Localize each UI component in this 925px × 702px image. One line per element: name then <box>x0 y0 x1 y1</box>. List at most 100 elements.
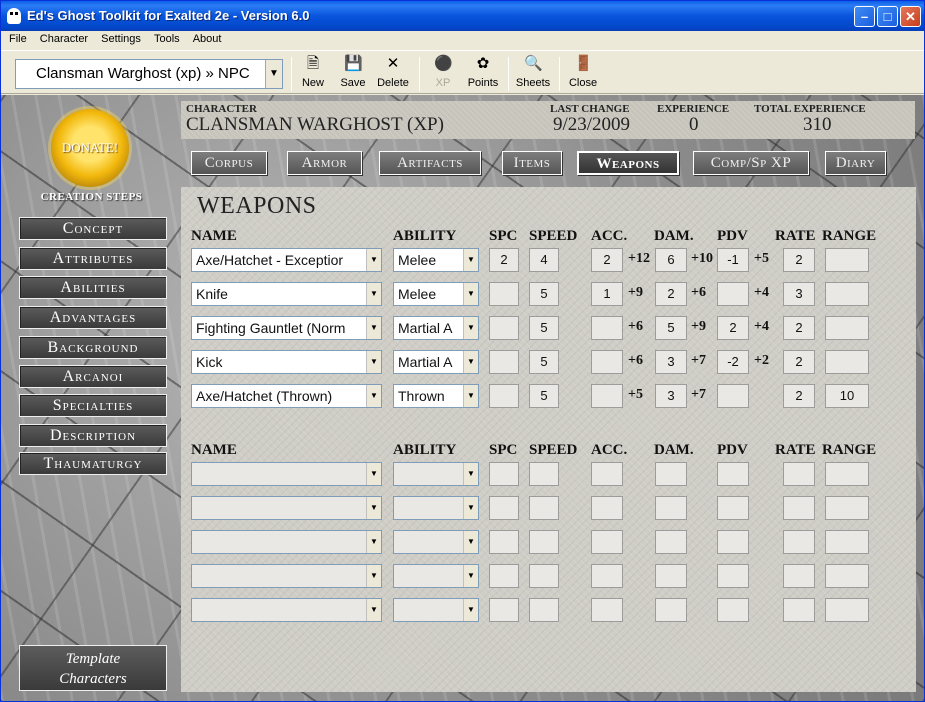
weapon-dam-field[interactable]: 6 <box>655 248 687 272</box>
empty-weapon-speed-field[interactable] <box>529 462 559 486</box>
empty-weapon-dam-field[interactable] <box>655 598 687 622</box>
empty-weapon-speed-field[interactable] <box>529 598 559 622</box>
empty-weapon-acc-field[interactable] <box>591 530 623 554</box>
step-concept[interactable]: Concept <box>19 217 167 240</box>
weapon-speed-field[interactable]: 5 <box>529 316 559 340</box>
empty-weapon-range-field[interactable] <box>825 530 869 554</box>
empty-weapon-range-field[interactable] <box>825 462 869 486</box>
weapon-spc-field[interactable] <box>489 350 519 374</box>
empty-weapon-rate-field[interactable] <box>783 530 815 554</box>
weapon-ability-select[interactable]: Martial A ▼ <box>393 316 479 340</box>
character-select[interactable]: Clansman Warghost (xp) » NPC ▼ <box>15 59 283 89</box>
step-background[interactable]: Background <box>19 336 167 359</box>
chevron-down-icon[interactable]: ▼ <box>463 531 478 553</box>
empty-weapon-speed-field[interactable] <box>529 530 559 554</box>
weapon-acc-field[interactable]: 1 <box>591 282 623 306</box>
weapon-pdv-field[interactable] <box>717 384 749 408</box>
chevron-down-icon[interactable]: ▼ <box>463 249 478 271</box>
empty-weapon-ability-select[interactable]: ▼ <box>393 496 479 520</box>
template-characters-button[interactable]: Template Characters <box>19 645 167 691</box>
tab-items[interactable]: Items <box>502 151 562 175</box>
close-button[interactable]: 🚪 Close <box>567 55 599 93</box>
weapon-name-select[interactable]: Kick ▼ <box>191 350 382 374</box>
step-abilities[interactable]: Abilities <box>19 276 167 299</box>
weapon-acc-field[interactable]: 2 <box>591 248 623 272</box>
empty-weapon-pdv-field[interactable] <box>717 462 749 486</box>
empty-weapon-range-field[interactable] <box>825 564 869 588</box>
weapon-spc-field[interactable] <box>489 316 519 340</box>
empty-weapon-rate-field[interactable] <box>783 462 815 486</box>
chevron-down-icon[interactable]: ▼ <box>366 531 381 553</box>
weapon-spc-field[interactable] <box>489 282 519 306</box>
points-button[interactable]: ✿ Points <box>465 55 501 93</box>
weapon-rate-field[interactable]: 2 <box>783 316 815 340</box>
chevron-down-icon[interactable]: ▼ <box>366 351 381 373</box>
weapon-range-field[interactable] <box>825 248 869 272</box>
new-button[interactable]: 🗎 New <box>299 55 327 93</box>
chevron-down-icon[interactable]: ▼ <box>463 599 478 621</box>
chevron-down-icon[interactable]: ▼ <box>265 60 282 88</box>
step-advantages[interactable]: Advantages <box>19 306 167 329</box>
weapon-ability-select[interactable]: Melee ▼ <box>393 282 479 306</box>
weapon-pdv-field[interactable]: 2 <box>717 316 749 340</box>
weapon-name-select[interactable]: Knife ▼ <box>191 282 382 306</box>
xp-button[interactable]: ⚫ XP <box>429 55 457 93</box>
chevron-down-icon[interactable]: ▼ <box>463 351 478 373</box>
tab-corpus[interactable]: Corpus <box>191 151 267 175</box>
empty-weapon-pdv-field[interactable] <box>717 530 749 554</box>
tab-comp-sp-xp[interactable]: Comp/Sp XP <box>693 151 809 175</box>
empty-weapon-acc-field[interactable] <box>591 598 623 622</box>
weapon-range-field[interactable] <box>825 316 869 340</box>
weapon-ability-select[interactable]: Martial A ▼ <box>393 350 479 374</box>
chevron-down-icon[interactable]: ▼ <box>366 497 381 519</box>
save-button[interactable]: 💾 Save <box>339 55 367 93</box>
tab-diary[interactable]: Diary <box>825 151 886 175</box>
empty-weapon-acc-field[interactable] <box>591 462 623 486</box>
weapon-speed-field[interactable]: 5 <box>529 350 559 374</box>
empty-weapon-acc-field[interactable] <box>591 496 623 520</box>
weapon-name-select[interactable]: Fighting Gauntlet (Norm ▼ <box>191 316 382 340</box>
chevron-down-icon[interactable]: ▼ <box>463 385 478 407</box>
weapon-name-select[interactable]: Axe/Hatchet - Exceptior ▼ <box>191 248 382 272</box>
title-bar[interactable]: Ed's Ghost Toolkit for Exalted 2e - Vers… <box>1 1 924 31</box>
weapon-rate-field[interactable]: 2 <box>783 350 815 374</box>
weapon-acc-field[interactable] <box>591 384 623 408</box>
empty-weapon-pdv-field[interactable] <box>717 598 749 622</box>
empty-weapon-spc-field[interactable] <box>489 496 519 520</box>
empty-weapon-name-select[interactable]: ▼ <box>191 496 382 520</box>
weapon-spc-field[interactable]: 2 <box>489 248 519 272</box>
menu-about[interactable]: About <box>193 31 222 45</box>
empty-weapon-ability-select[interactable]: ▼ <box>393 564 479 588</box>
empty-weapon-range-field[interactable] <box>825 598 869 622</box>
chevron-down-icon[interactable]: ▼ <box>463 565 478 587</box>
menu-file[interactable]: File <box>9 31 27 45</box>
empty-weapon-dam-field[interactable] <box>655 564 687 588</box>
empty-weapon-pdv-field[interactable] <box>717 496 749 520</box>
weapon-range-field[interactable] <box>825 282 869 306</box>
weapon-name-select[interactable]: Axe/Hatchet (Thrown) ▼ <box>191 384 382 408</box>
minimize-button[interactable]: – <box>854 6 875 27</box>
empty-weapon-name-select[interactable]: ▼ <box>191 530 382 554</box>
tab-armor[interactable]: Armor <box>287 151 362 175</box>
step-specialties[interactable]: Specialties <box>19 394 167 417</box>
tab-artifacts[interactable]: Artifacts <box>379 151 481 175</box>
empty-weapon-spc-field[interactable] <box>489 564 519 588</box>
empty-weapon-rate-field[interactable] <box>783 496 815 520</box>
empty-weapon-name-select[interactable]: ▼ <box>191 598 382 622</box>
empty-weapon-spc-field[interactable] <box>489 530 519 554</box>
empty-weapon-speed-field[interactable] <box>529 564 559 588</box>
weapon-speed-field[interactable]: 5 <box>529 282 559 306</box>
chevron-down-icon[interactable]: ▼ <box>463 283 478 305</box>
weapon-pdv-field[interactable] <box>717 282 749 306</box>
empty-weapon-name-select[interactable]: ▼ <box>191 462 382 486</box>
step-arcanoi[interactable]: Arcanoi <box>19 365 167 388</box>
weapon-ability-select[interactable]: Melee ▼ <box>393 248 479 272</box>
maximize-button[interactable]: □ <box>877 6 898 27</box>
empty-weapon-ability-select[interactable]: ▼ <box>393 530 479 554</box>
empty-weapon-spc-field[interactable] <box>489 462 519 486</box>
chevron-down-icon[interactable]: ▼ <box>366 283 381 305</box>
empty-weapon-ability-select[interactable]: ▼ <box>393 462 479 486</box>
menu-settings[interactable]: Settings <box>101 31 141 45</box>
empty-weapon-ability-select[interactable]: ▼ <box>393 598 479 622</box>
menu-tools[interactable]: Tools <box>154 31 180 45</box>
